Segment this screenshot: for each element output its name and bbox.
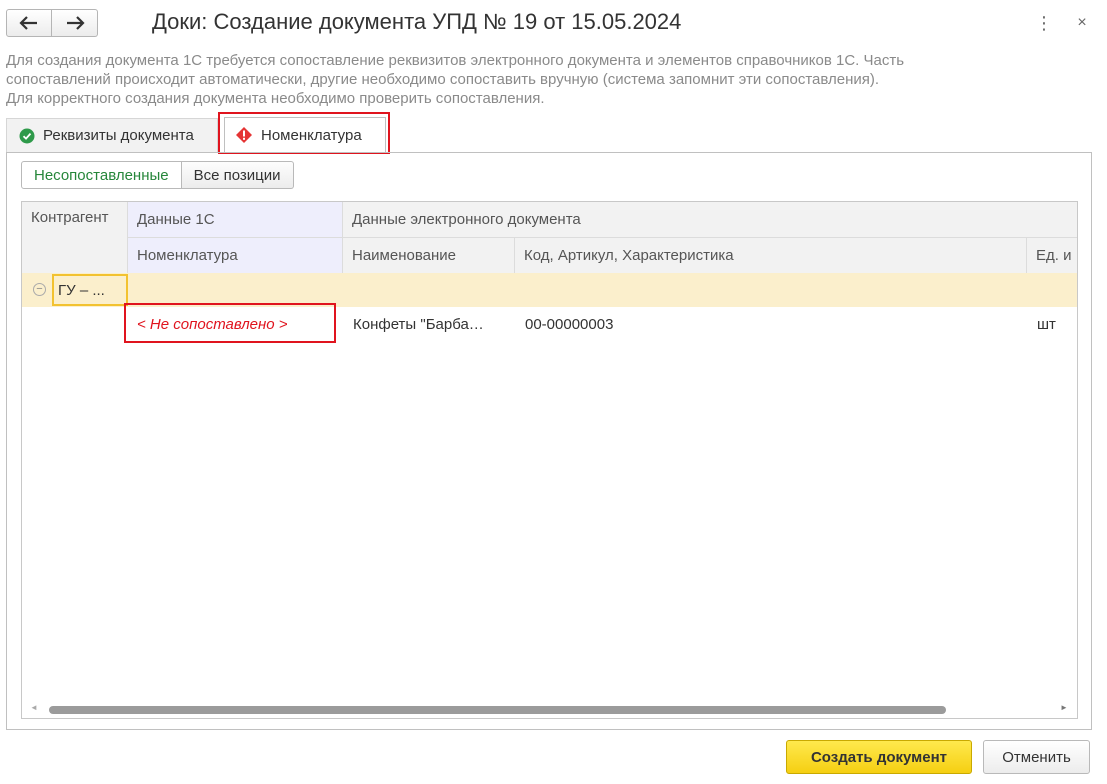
more-menu-icon[interactable]: ⋮ — [1035, 12, 1053, 34]
check-circle-icon — [19, 128, 35, 143]
arrow-right-icon — [66, 16, 85, 30]
warning-diamond-icon — [236, 127, 252, 143]
header-kontragent[interactable]: Контрагент — [22, 202, 127, 273]
back-button[interactable] — [6, 9, 52, 37]
naimenovanie-cell[interactable]: Конфеты "Барба… — [353, 309, 501, 339]
arrow-left-icon — [19, 16, 37, 30]
cancel-button[interactable]: Отменить — [983, 740, 1090, 774]
nav-buttons — [6, 9, 98, 37]
header-nomenklatura[interactable]: Номенклатура — [128, 238, 342, 273]
group-kontragent-cell[interactable]: ГУ – ... — [52, 274, 128, 306]
header-divider — [128, 237, 1077, 238]
create-document-button[interactable]: Создать документ — [786, 740, 972, 774]
filter-toggle: Несопоставленные Все позиции — [21, 161, 294, 189]
tab-label: Номенклатура — [261, 126, 362, 144]
group-row[interactable] — [22, 273, 1077, 307]
header-kod[interactable]: Код, Артикул, Характеристика — [515, 238, 1026, 273]
nomenklatura-cell[interactable]: < Не сопоставлено > — [137, 309, 327, 339]
description-line: сопоставлений происходит автоматически, … — [6, 71, 880, 88]
items-table: Контрагент Данные 1С Номенклатура Данные… — [21, 201, 1078, 719]
description-line: Для создания документа 1С требуется сопо… — [6, 52, 905, 69]
header-naimenovanie[interactable]: Наименование — [343, 238, 514, 273]
forward-button[interactable] — [52, 9, 98, 37]
tab-rekvizity[interactable]: Реквизиты документа — [6, 118, 218, 152]
tab-panel: Несопоставленные Все позиции Контрагент … — [6, 152, 1092, 730]
window-title: Доки: Создание документа УПД № 19 от 15.… — [152, 9, 682, 34]
column-divider — [1026, 238, 1027, 273]
header-data-edoc[interactable]: Данные электронного документа — [343, 202, 1077, 237]
tab-label: Реквизиты документа — [43, 127, 194, 144]
collapse-icon[interactable]: − — [33, 283, 46, 296]
tab-nomenklatura[interactable]: Номенклатура — [224, 117, 386, 153]
description-text: Для создания документа 1С требуется сопо… — [6, 51, 1096, 108]
header-data-1c[interactable]: Данные 1С — [128, 202, 342, 237]
horizontal-scrollbar-thumb[interactable] — [49, 706, 946, 714]
column-divider — [514, 238, 515, 273]
close-icon[interactable]: × — [1073, 12, 1091, 34]
filter-all-button[interactable]: Все позиции — [181, 161, 294, 189]
header-ed[interactable]: Ед. и — [1027, 238, 1077, 273]
scroll-right-icon[interactable]: ► — [1060, 703, 1068, 712]
kod-cell[interactable]: 00-00000003 — [525, 309, 725, 339]
filter-unmatched-button[interactable]: Несопоставленные — [21, 161, 182, 189]
ed-cell[interactable]: шт — [1037, 309, 1077, 339]
description-line: Для корректного создания документа необх… — [6, 90, 545, 107]
scroll-left-icon[interactable]: ◄ — [30, 703, 38, 712]
